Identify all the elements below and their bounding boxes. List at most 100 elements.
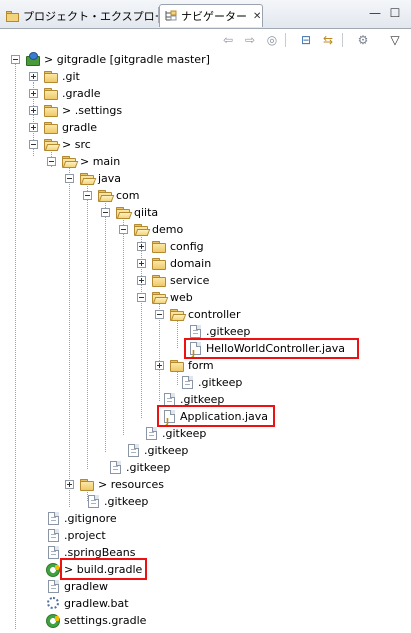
collapse-toggle[interactable] xyxy=(29,140,38,149)
highlight-box-build-gradle xyxy=(60,558,147,580)
tree-item-label: java xyxy=(98,172,122,185)
tree-guide-line xyxy=(105,201,106,452)
collapse-toggle[interactable] xyxy=(119,225,128,234)
gradle-file-icon xyxy=(45,562,61,577)
folder-icon xyxy=(151,239,167,254)
tree-item-label: .gitkeep xyxy=(162,427,207,440)
tree-item-label: .gitkeep xyxy=(198,376,243,389)
tree-item-label: domain xyxy=(170,257,212,270)
tree-item-label: > .settings xyxy=(62,104,123,117)
tree-item-label: .git xyxy=(62,70,80,83)
tree-item-label: .gradle xyxy=(62,87,101,100)
tree-item-label: > resources xyxy=(98,478,165,491)
expand-toggle[interactable] xyxy=(29,89,38,98)
expand-toggle[interactable] xyxy=(137,242,146,251)
up-icon[interactable]: ◎ xyxy=(264,32,280,48)
collapse-toggle[interactable] xyxy=(155,310,164,319)
open-folder-icon xyxy=(151,290,169,305)
open-folder-icon xyxy=(97,188,115,203)
forward-icon[interactable]: ⇨ xyxy=(242,32,258,48)
folder-icon xyxy=(151,256,167,271)
folder-icon xyxy=(79,477,95,492)
tree-item-label: .gitignore xyxy=(64,512,117,525)
expand-toggle[interactable] xyxy=(137,259,146,268)
tree-item-label: form xyxy=(188,359,214,372)
file-icon xyxy=(45,528,61,543)
folder-icon xyxy=(169,358,185,373)
gradle-file-icon xyxy=(45,613,61,628)
file-icon xyxy=(187,324,203,339)
tree-item-label: > gitgradle [gitgradle master] xyxy=(44,53,210,66)
file-icon xyxy=(125,443,141,458)
open-folder-icon xyxy=(79,171,97,186)
highlight-box-hello-controller xyxy=(184,338,359,359)
expand-toggle[interactable] xyxy=(29,72,38,81)
tree-guide-line xyxy=(69,167,70,507)
expand-toggle[interactable] xyxy=(65,480,74,489)
close-icon[interactable]: ✕ xyxy=(253,11,261,22)
file-icon xyxy=(143,426,159,441)
navigator-tree: > gitgradle [gitgradle master] .git .gra… xyxy=(0,51,411,633)
tree-guide-line xyxy=(15,63,16,629)
tree-guide-line xyxy=(87,184,88,469)
tab-navigator-label: ナビゲーター xyxy=(181,10,247,23)
tree-item-label: service xyxy=(170,274,210,287)
folder-icon xyxy=(43,86,59,101)
navigator-icon xyxy=(164,10,178,22)
expand-toggle[interactable] xyxy=(29,106,38,115)
folder-icon xyxy=(151,273,167,288)
open-folder-icon xyxy=(61,154,79,169)
tree-item-label: demo xyxy=(152,223,184,236)
view-toolbar: ⇦ ⇨ ◎ ⊟ ⇆ ⚙ ▽ xyxy=(0,29,411,51)
collapse-toggle[interactable] xyxy=(137,293,146,302)
tab-project-explorer[interactable]: プロジェクト・エクスプローラー xyxy=(2,4,188,27)
project-icon xyxy=(25,52,41,67)
project-explorer-icon xyxy=(6,10,20,22)
collapse-toggle[interactable] xyxy=(11,55,20,64)
collapse-toggle[interactable] xyxy=(101,208,110,217)
open-folder-icon xyxy=(43,137,61,152)
tree-item-label: web xyxy=(170,291,193,304)
tree-item-label: > src xyxy=(62,138,91,151)
tree-item-label: com xyxy=(116,189,140,202)
back-icon[interactable]: ⇦ xyxy=(220,32,236,48)
tree-item-label: .gitkeep xyxy=(144,444,189,457)
tree-item-label: gradlew.bat xyxy=(64,597,129,610)
open-folder-icon xyxy=(169,307,187,322)
tree-item-label: settings.gradle xyxy=(64,614,147,627)
collapse-all-icon[interactable]: ⊟ xyxy=(298,32,314,48)
filters-icon[interactable]: ⚙ xyxy=(355,32,371,48)
tree-item-label: config xyxy=(170,240,204,253)
collapse-toggle[interactable] xyxy=(65,174,74,183)
file-icon xyxy=(179,375,195,390)
minimize-icon[interactable]: — xyxy=(368,6,382,20)
view-tab-bar: プロジェクト・エクスプローラー ナビゲーター ✕ — ☐ xyxy=(0,0,411,29)
gear-file-icon xyxy=(45,596,61,611)
expand-toggle[interactable] xyxy=(137,276,146,285)
file-icon xyxy=(85,494,101,509)
open-folder-icon xyxy=(115,205,133,220)
collapse-toggle[interactable] xyxy=(83,191,92,200)
maximize-icon[interactable]: ☐ xyxy=(388,6,402,20)
file-icon xyxy=(45,511,61,526)
collapse-toggle[interactable] xyxy=(47,157,56,166)
expand-toggle[interactable] xyxy=(29,123,38,132)
folder-icon xyxy=(43,120,59,135)
file-icon xyxy=(45,579,61,594)
tree-guide-line xyxy=(123,218,124,435)
tree-item-label: > main xyxy=(80,155,121,168)
tree-item-label: .gitkeep xyxy=(126,461,171,474)
tab-navigator[interactable]: ナビゲーター ✕ xyxy=(159,4,263,27)
toolbar-separator xyxy=(342,33,343,47)
tree-item-label: controller xyxy=(188,308,241,321)
folder-icon xyxy=(43,103,59,118)
link-with-editor-icon[interactable]: ⇆ xyxy=(320,32,336,48)
highlight-box-application xyxy=(157,405,275,427)
open-folder-icon xyxy=(133,222,151,237)
tree-item-label: qiita xyxy=(134,206,159,219)
view-menu-icon[interactable]: ▽ xyxy=(387,32,403,48)
tree-item-label: .project xyxy=(64,529,106,542)
tree-guide-line xyxy=(177,371,178,385)
expand-toggle[interactable] xyxy=(155,361,164,370)
folder-icon xyxy=(43,69,59,84)
